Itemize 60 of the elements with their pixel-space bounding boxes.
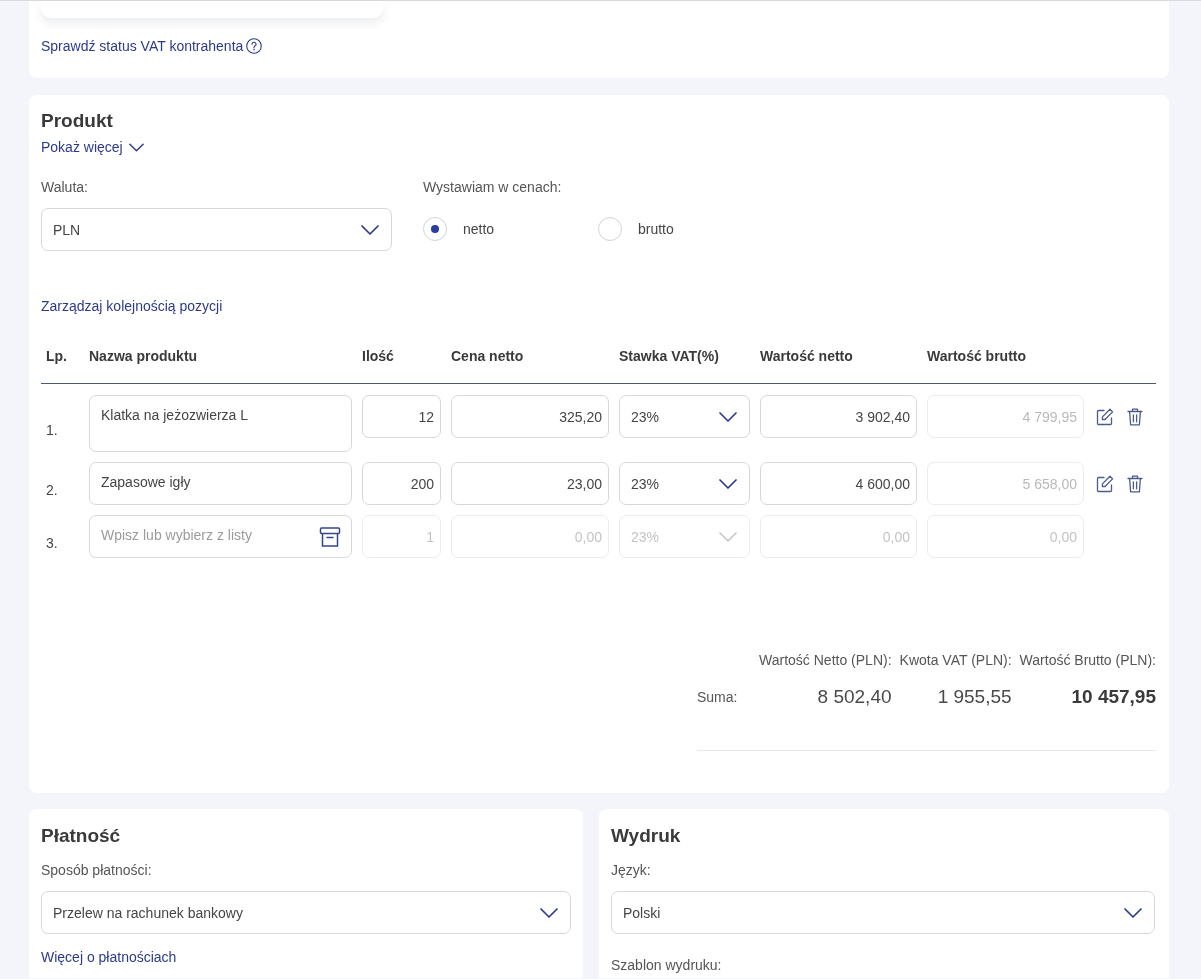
column-header: Stawka VAT(%) — [619, 347, 720, 366]
field-label: Wystawiam w cenach: — [423, 178, 563, 197]
chevron-down-icon — [719, 531, 737, 542]
help-icon[interactable] — [246, 38, 263, 54]
column-header: Ilość — [362, 347, 395, 366]
quantity-field[interactable]: 12 — [362, 395, 441, 438]
column-header: Cena netto — [451, 347, 525, 366]
reorder-link[interactable]: Zarządzaj kolejnością pozycji — [41, 296, 223, 316]
total-label: Kwota VAT (PLN): — [899, 651, 1012, 670]
vat-rate-select[interactable]: 23% — [619, 395, 750, 438]
payment-method-select[interactable]: Przelew na rachunek bankowy — [41, 891, 571, 934]
total-value: 10 457,95 — [1070, 685, 1156, 709]
edit-icon[interactable] — [1096, 474, 1114, 493]
net-price-field[interactable]: 325,20 — [451, 395, 609, 438]
total-label: Wartość Netto (PLN): — [759, 651, 892, 670]
chevron-down-icon — [719, 478, 737, 489]
gross-value-field: 5 658,00 — [927, 462, 1084, 505]
column-header: Nazwa produktu — [89, 347, 199, 366]
row-number: 2. — [45, 480, 59, 500]
product-name-field[interactable]: Zapasowe igły — [89, 462, 352, 505]
total-value: 1 955,55 — [936, 685, 1012, 709]
payment-details-link[interactable]: Więcej o płatnościach — [41, 947, 571, 967]
field-label: Język: — [611, 861, 652, 880]
chevron-down-icon — [1124, 907, 1142, 918]
row-number: 1. — [45, 420, 59, 440]
column-header: Wartość netto — [760, 347, 854, 366]
section-title: Płatność — [41, 824, 122, 848]
field-label: Sposób płatności: — [41, 861, 153, 880]
product-name-field[interactable]: Klatka na jeżozwierza L — [89, 395, 352, 452]
column-header: Wartość brutto — [927, 347, 1028, 366]
section-title: Produkt — [41, 109, 114, 133]
net-value-field[interactable]: 3 902,40 — [760, 395, 917, 438]
total-label: Wartość Brutto (PLN): — [1019, 651, 1156, 670]
radio-label[interactable]: brutto — [638, 219, 674, 239]
sum-label: Suma: — [697, 688, 739, 707]
section-title: Wydruk — [611, 824, 682, 848]
chevron-down-icon — [128, 142, 144, 152]
edit-icon[interactable] — [1096, 407, 1114, 426]
gross-value-field: 0,00 — [927, 515, 1084, 558]
net-price-field[interactable]: 23,00 — [451, 462, 609, 505]
currency-select[interactable]: PLN — [41, 208, 392, 251]
chevron-down-icon — [719, 411, 737, 422]
row-number: 3. — [45, 533, 59, 553]
chevron-down-icon — [361, 224, 379, 235]
net-value-field[interactable]: 4 600,00 — [760, 462, 917, 505]
trash-icon[interactable] — [1127, 474, 1143, 493]
language-select[interactable]: Polski — [611, 891, 1155, 934]
archive-box-icon[interactable] — [319, 526, 341, 548]
total-value: 8 502,40 — [816, 685, 892, 709]
gross-value-field: 4 799,95 — [927, 395, 1084, 438]
column-header: Lp. — [45, 347, 68, 366]
field-label: Waluta: — [41, 178, 89, 197]
trash-icon[interactable] — [1127, 407, 1143, 426]
show-more-link[interactable]: Pokaż więcej — [41, 137, 123, 157]
quantity-field[interactable]: 200 — [362, 462, 441, 505]
radio-label[interactable]: netto — [463, 219, 495, 239]
chevron-down-icon — [540, 907, 558, 918]
vat-rate-select[interactable]: 23% — [619, 462, 750, 505]
vat-status-link[interactable]: Sprawdź status VAT kontrahenta — [41, 36, 244, 56]
field-label: Szablon wydruku: — [611, 956, 723, 975]
